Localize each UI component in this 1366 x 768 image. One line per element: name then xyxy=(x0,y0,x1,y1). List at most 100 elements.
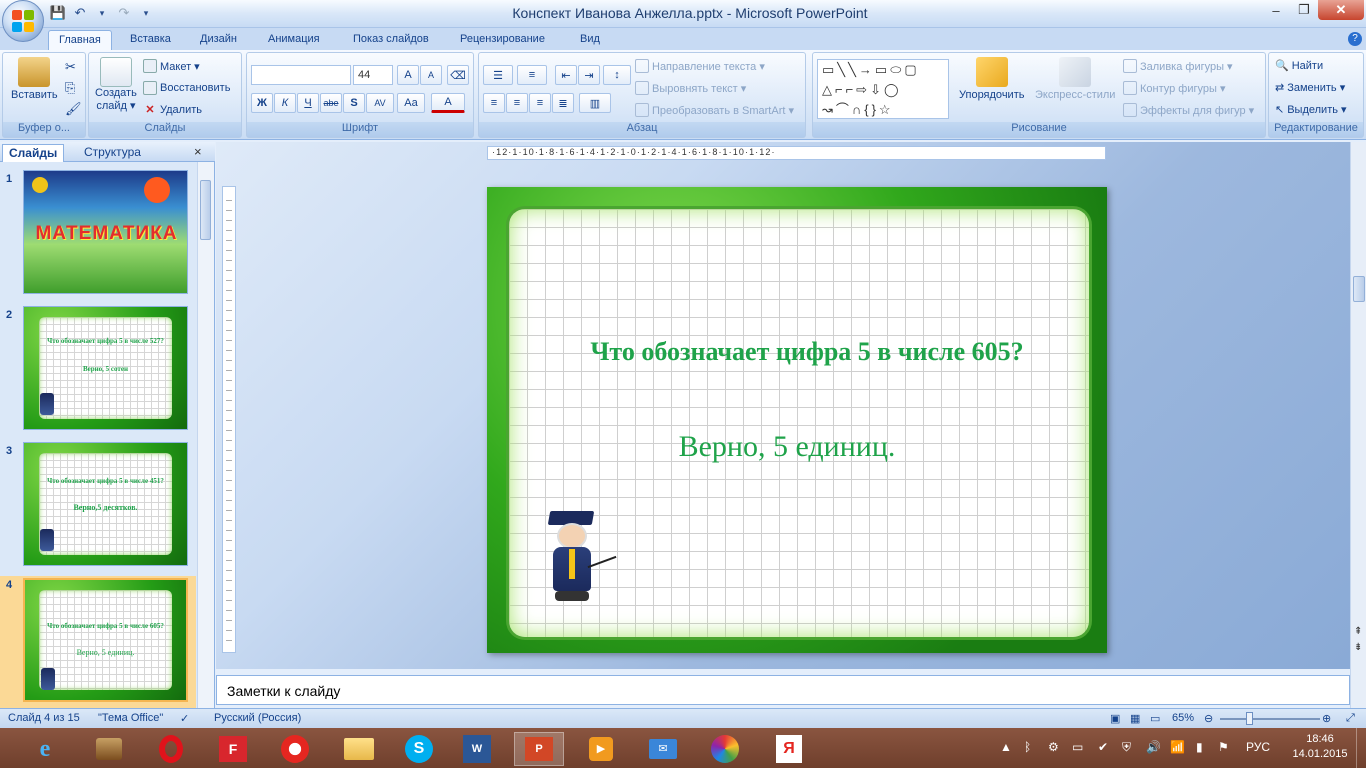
yandex-browser-icon[interactable] xyxy=(270,732,320,766)
numbering-icon[interactable]: ≡ xyxy=(517,65,547,85)
grow-font-button[interactable]: A xyxy=(397,65,419,85)
format-painter-icon[interactable]: 🖌 xyxy=(65,101,82,117)
layout-button[interactable]: Макет ▾ xyxy=(143,59,200,73)
columns-icon[interactable]: ▥ xyxy=(579,93,611,113)
paste-button[interactable]: Вставить xyxy=(11,57,58,101)
increase-indent-icon[interactable]: ⇥ xyxy=(578,65,600,85)
bluetooth-icon[interactable]: ᛒ xyxy=(1024,740,1031,754)
office-button[interactable] xyxy=(2,0,44,42)
flag-icon[interactable]: ⚑ xyxy=(1218,740,1229,754)
theme-name[interactable]: "Тема Office" xyxy=(98,712,163,724)
slide-thumb-4[interactable]: Что обозначает цифра 5 в числе 605? Верн… xyxy=(23,578,188,702)
change-case-button[interactable]: Aa xyxy=(397,93,425,113)
tab-view[interactable]: Вид xyxy=(570,30,610,50)
powerpoint-icon[interactable]: P xyxy=(514,732,564,766)
notes-pane[interactable]: Заметки к слайду xyxy=(216,675,1350,705)
strikethrough-button[interactable]: abe xyxy=(320,93,342,113)
tray-app-icon[interactable]: ⚙ xyxy=(1048,740,1059,754)
shape-outline-button[interactable]: Контур фигуры ▾ xyxy=(1123,81,1226,95)
zoom-level[interactable]: 65% xyxy=(1172,712,1194,724)
prev-slide-icon[interactable]: ⇞ xyxy=(1354,626,1362,637)
yandex-icon[interactable]: Я xyxy=(764,732,814,766)
pane-scrollbar[interactable] xyxy=(197,162,214,708)
media-app-icon[interactable] xyxy=(84,732,134,766)
slide-canvas[interactable]: Что обозначает цифра 5 в числе 605? Верн… xyxy=(487,187,1107,653)
smartart-button[interactable]: Преобразовать в SmartArt ▾ xyxy=(635,103,794,117)
tab-design[interactable]: Дизайн xyxy=(190,30,247,50)
mail-icon[interactable]: ✉ xyxy=(638,732,688,766)
slide-thumb-3[interactable]: Что обозначает цифра 5 в числе 451? Верн… xyxy=(23,442,188,566)
clock[interactable]: 18:46 14.01.2015 xyxy=(1292,732,1348,762)
align-left-icon[interactable]: ≡ xyxy=(483,93,505,113)
pane-scroll-thumb[interactable] xyxy=(200,180,211,240)
slide-answer[interactable]: Верно, 5 единиц. xyxy=(587,430,987,464)
shape-effects-button[interactable]: Эффекты для фигур ▾ xyxy=(1123,103,1254,117)
align-center-icon[interactable]: ≡ xyxy=(506,93,528,113)
decrease-indent-icon[interactable]: ⇤ xyxy=(555,65,577,85)
tray-device-icon[interactable]: ▭ xyxy=(1072,740,1083,754)
network-icon[interactable]: 📶 xyxy=(1170,740,1185,754)
replace-button[interactable]: ⇄ Заменить ▾ xyxy=(1275,81,1345,94)
tray-arrow-icon[interactable]: ▲ xyxy=(1000,740,1012,754)
find-button[interactable]: 🔍 Найти xyxy=(1275,59,1323,73)
justify-icon[interactable]: ≣ xyxy=(552,93,574,113)
explorer-icon[interactable] xyxy=(334,732,384,766)
save-icon[interactable]: 💾 xyxy=(48,4,68,22)
zoom-in-icon[interactable]: ⊕ xyxy=(1322,712,1331,725)
line-spacing-icon[interactable]: ↕ xyxy=(603,65,631,85)
copy-icon[interactable]: ⎘ xyxy=(65,80,75,96)
slide-thumb-1[interactable]: МАТЕМАТИКА xyxy=(23,170,188,294)
dropdown-icon[interactable]: ▾ xyxy=(92,4,112,22)
tray-shield-icon[interactable]: ⛨ xyxy=(1122,740,1131,755)
slideshow-view-icon[interactable]: ▭ xyxy=(1150,712,1160,725)
next-slide-icon[interactable]: ⇟ xyxy=(1354,642,1362,653)
shape-fill-button[interactable]: Заливка фигуры ▾ xyxy=(1123,59,1233,73)
redo-icon[interactable]: ↷ xyxy=(114,4,134,22)
show-desktop-button[interactable] xyxy=(1356,728,1366,768)
slide-thumb-row[interactable]: 3 Что обозначает цифра 5 в числе 451? Ве… xyxy=(0,442,196,570)
editor-scroll-thumb[interactable] xyxy=(1353,276,1365,302)
help-icon[interactable]: ? xyxy=(1348,32,1362,46)
delete-slide-button[interactable]: ✕ Удалить xyxy=(143,103,202,117)
clear-format-icon[interactable]: ⌫ xyxy=(447,65,469,85)
cut-icon[interactable]: ✂ xyxy=(65,59,76,75)
customize-qat-icon[interactable]: ▾ xyxy=(136,4,156,22)
tab-home[interactable]: Главная xyxy=(48,30,112,50)
slide-thumb-2[interactable]: Что обозначает цифра 5 в числе 527? Верн… xyxy=(23,306,188,430)
shrink-font-button[interactable]: A xyxy=(420,65,442,85)
new-slide-button[interactable]: Создать слайд ▾ xyxy=(95,57,137,112)
tab-outline[interactable]: Структура xyxy=(78,144,147,162)
slide-thumb-row[interactable]: 2 Что обозначает цифра 5 в числе 527? Ве… xyxy=(0,306,196,434)
ie-icon[interactable]: e xyxy=(20,732,70,766)
spellcheck-icon[interactable]: ✓ xyxy=(180,712,189,725)
minimize-button[interactable]: – xyxy=(1262,0,1290,20)
skype-icon[interactable]: S xyxy=(394,732,444,766)
editor-scrollbar[interactable]: ⇞ ⇟ xyxy=(1350,142,1366,708)
battery-icon[interactable]: ▮ xyxy=(1196,740,1203,754)
quick-styles-button[interactable]: Экспресс-стили xyxy=(1035,57,1115,101)
bold-button[interactable]: Ж xyxy=(251,93,273,113)
select-button[interactable]: ↖ Выделить ▾ xyxy=(1275,103,1347,116)
font-size-input[interactable]: 44 xyxy=(353,65,393,85)
slide-question[interactable]: Что обозначает цифра 5 в числе 605? xyxy=(527,337,1087,367)
tab-animation[interactable]: Анимация xyxy=(258,30,330,50)
tray-check-icon[interactable]: ✔ xyxy=(1098,740,1108,754)
font-color-button[interactable]: A xyxy=(431,93,465,113)
font-family-input[interactable] xyxy=(251,65,351,85)
slide-thumb-row-selected[interactable]: 4 Что обозначает цифра 5 в числе 605? Ве… xyxy=(0,576,196,708)
shadow-button[interactable]: S xyxy=(343,93,365,113)
zoom-slider[interactable] xyxy=(1220,718,1320,720)
volume-icon[interactable]: 🔊 xyxy=(1146,740,1161,754)
underline-button[interactable]: Ч xyxy=(297,93,319,113)
undo-icon[interactable]: ↶ xyxy=(70,4,90,22)
text-direction-button[interactable]: Направление текста ▾ xyxy=(635,59,765,73)
slide-thumb-row[interactable]: 1 МАТЕМАТИКА xyxy=(0,170,196,298)
video-player-icon[interactable]: ▶ xyxy=(576,732,626,766)
zoom-slider-thumb[interactable] xyxy=(1246,712,1253,725)
zoom-out-icon[interactable]: ⊖ xyxy=(1204,712,1213,725)
maximize-button[interactable]: ❐ xyxy=(1290,0,1318,20)
italic-button[interactable]: К xyxy=(274,93,296,113)
fit-window-icon[interactable]: ⤢ xyxy=(1346,712,1355,725)
opera-icon[interactable] xyxy=(146,732,196,766)
arrange-button[interactable]: Упорядочить xyxy=(959,57,1024,101)
